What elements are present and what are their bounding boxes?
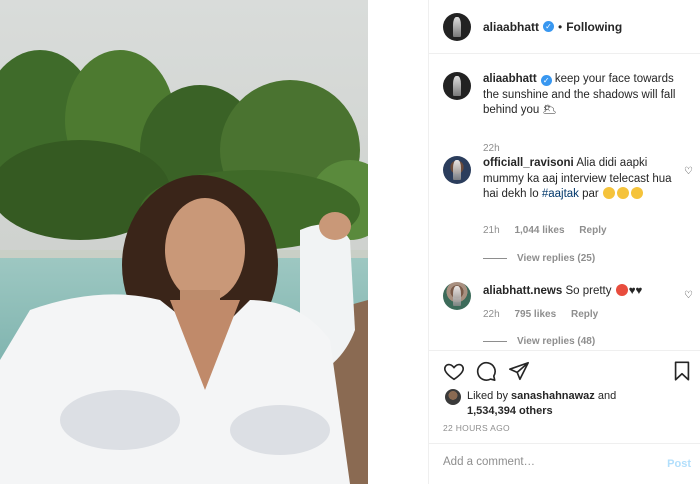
like-comment-heart-icon[interactable]: ♡ <box>684 290 694 301</box>
likes-summary: Liked by sanashahnawaz and 1,534,394 oth… <box>445 389 616 419</box>
hearts-text: ♥♥ <box>628 285 643 297</box>
commenter-avatar[interactable] <box>443 282 471 310</box>
avatar[interactable] <box>443 12 471 41</box>
heart-eyes-emoji-icon <box>615 284 628 296</box>
comment: officiall_ravisoni Alia didi aapki mummy… <box>443 156 693 266</box>
view-replies-button[interactable]: View replies (25) <box>483 253 595 264</box>
like-comment-heart-icon[interactable]: ♡ <box>684 166 694 177</box>
following-button[interactable]: Following <box>566 20 622 34</box>
verified-badge-icon: ✓ <box>540 75 552 86</box>
comment-likes[interactable]: 795 likes <box>514 309 556 320</box>
comment-time[interactable]: 22h <box>483 309 500 320</box>
liker-username[interactable]: sanashahnawaz <box>511 390 595 402</box>
comment-username[interactable]: officiall_ravisoni <box>483 157 574 169</box>
comment-likes[interactable]: 1,044 likes <box>514 225 564 236</box>
post-button[interactable]: Post <box>667 458 691 470</box>
likes-prefix: Liked by <box>467 390 508 402</box>
post-header: aliaabhatt ✓ • Following <box>429 0 700 54</box>
reply-button[interactable]: Reply <box>571 309 598 320</box>
laughing-emoji-icon <box>616 187 629 199</box>
comment-text-tail: par <box>582 188 599 200</box>
liker-avatar[interactable] <box>445 389 461 405</box>
reply-button[interactable]: Reply <box>579 225 606 236</box>
likes-count[interactable]: 1,534,394 others <box>467 405 553 417</box>
comment-input[interactable] <box>443 456 643 468</box>
separator: • <box>558 19 563 34</box>
commenter-avatar[interactable] <box>443 156 471 184</box>
caption-meta: 22h <box>483 143 512 154</box>
verified-badge-icon: ✓ <box>543 21 555 32</box>
hashtag-link[interactable]: #aajtak <box>542 188 579 200</box>
actions-section: Liked by sanashahnawaz and 1,534,394 oth… <box>429 350 700 484</box>
add-comment-bar: Post <box>429 443 700 484</box>
caption-time[interactable]: 22h <box>483 143 500 154</box>
laughing-emoji-icon <box>602 187 615 199</box>
comment-meta: 22h 795 likes Reply <box>483 309 610 320</box>
post-photo[interactable] <box>0 0 368 484</box>
comment-icon[interactable] <box>475 360 497 382</box>
share-icon[interactable] <box>508 360 530 382</box>
comments-section[interactable]: aliaabhatt ✓ keep your face towards the s… <box>429 55 700 350</box>
caption-avatar[interactable] <box>443 72 471 100</box>
likes-and: and <box>597 390 617 402</box>
laughing-emoji-icon <box>630 187 643 199</box>
comment: aliabhatt.news So pretty ♥♥ ♡ 22h 795 li… <box>443 282 693 350</box>
post-panel: aliaabhatt ✓ • Following aliaabhatt ✓ kee… <box>428 0 700 484</box>
comment-meta: 21h 1,044 likes Reply <box>483 225 619 236</box>
comment-text: So pretty <box>565 285 612 297</box>
comment-time[interactable]: 21h <box>483 225 500 236</box>
bookmark-icon[interactable] <box>671 360 693 382</box>
view-replies-button[interactable]: View replies (48) <box>483 336 595 347</box>
header-username[interactable]: aliaabhatt <box>483 20 539 34</box>
caption: aliaabhatt ✓ keep your face towards the s… <box>443 72 688 154</box>
caption-username[interactable]: aliaabhatt <box>483 73 537 85</box>
post-timestamp[interactable]: 22 HOURS AGO <box>443 423 510 433</box>
comment-username[interactable]: aliabhatt.news <box>483 285 562 297</box>
heart-icon[interactable] <box>443 360 465 382</box>
